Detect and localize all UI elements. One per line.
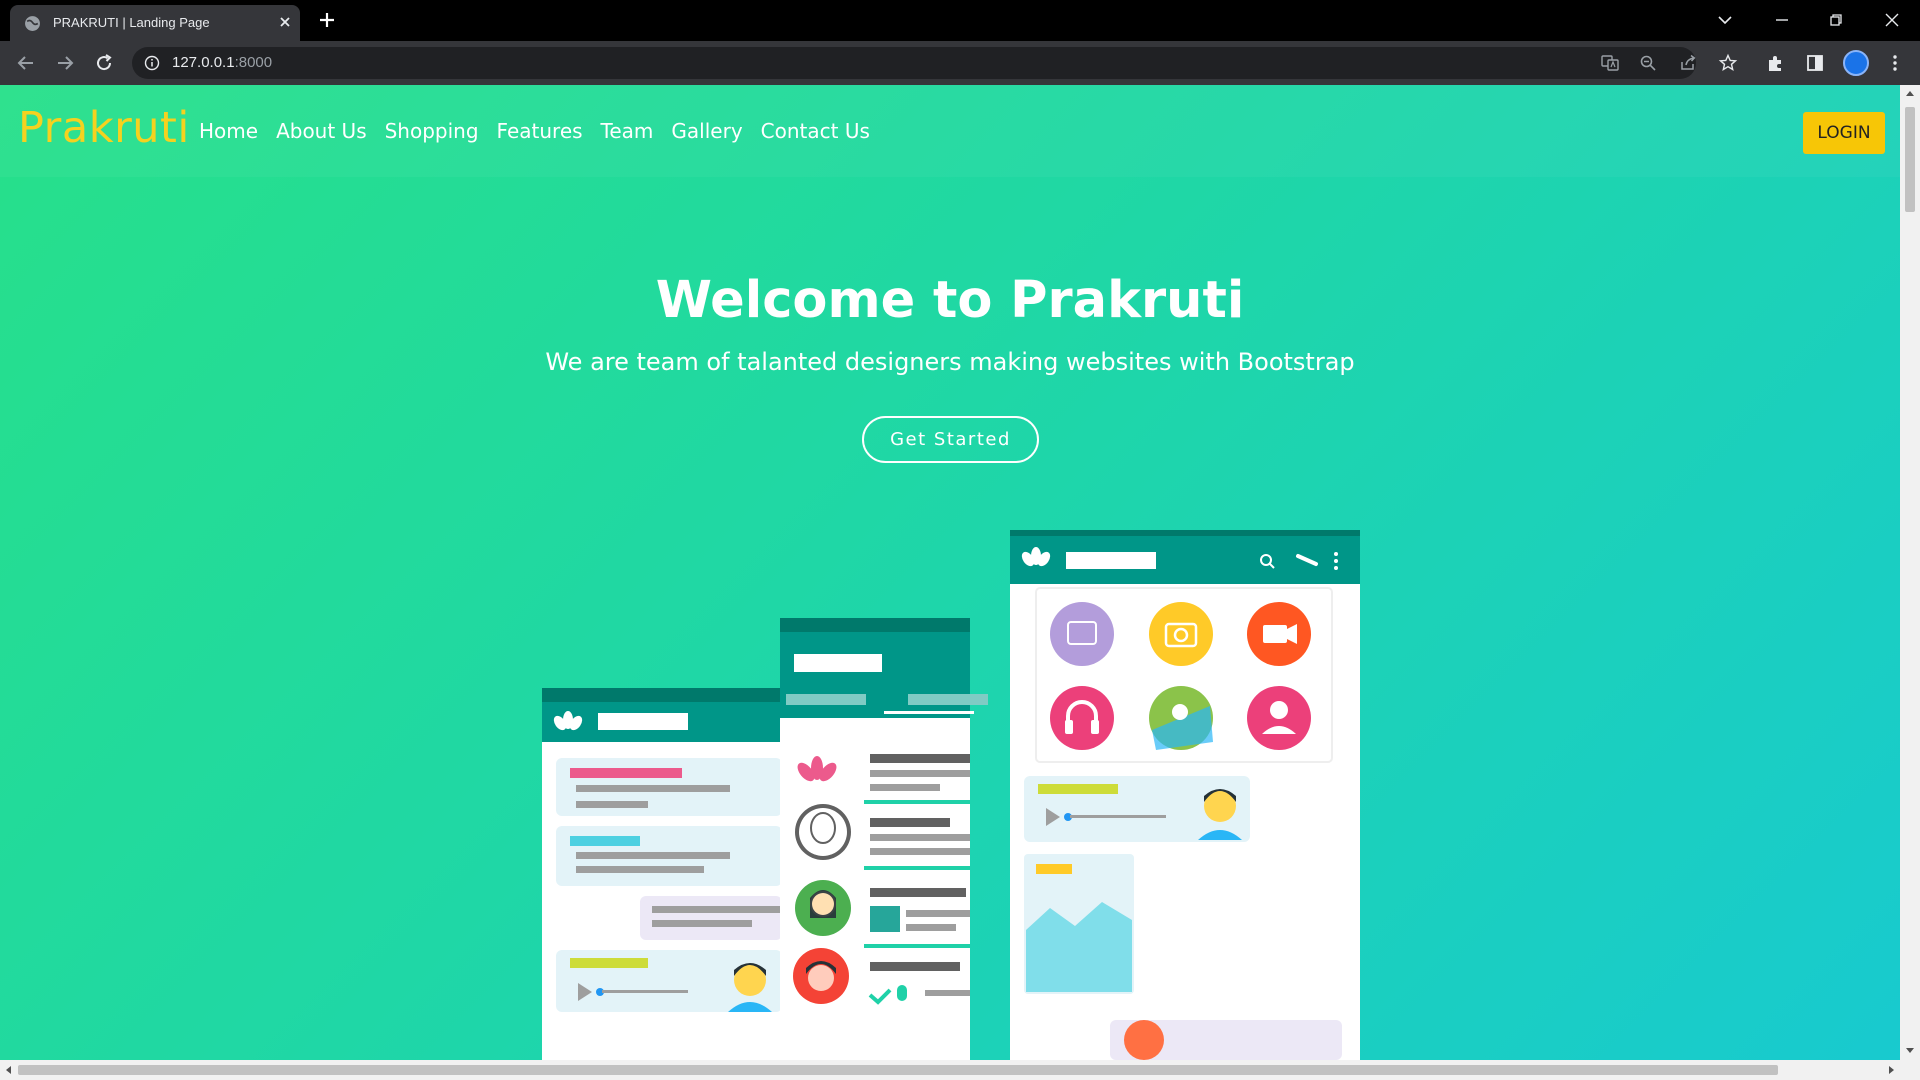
restore-icon[interactable] <box>1824 8 1848 32</box>
phone-middle-illustration <box>780 618 988 1060</box>
phone-right-illustration <box>1010 530 1360 1060</box>
tab-title: PRAKRUTI | Landing Page <box>53 15 210 30</box>
browser-menu-icon[interactable] <box>1885 53 1905 73</box>
share-icon[interactable] <box>1678 53 1698 73</box>
forward-icon[interactable] <box>53 51 77 75</box>
login-button[interactable]: LOGIN <box>1803 112 1885 154</box>
extensions-puzzle-icon[interactable] <box>1766 53 1786 73</box>
get-started-button[interactable]: Get Started <box>862 416 1039 463</box>
nav-link-features[interactable]: Features <box>497 119 583 143</box>
phones-illustration <box>542 530 1360 1060</box>
zoom-icon[interactable] <box>1638 53 1658 73</box>
url-text: 127.0.0.1:8000 <box>172 54 272 71</box>
minimize-icon[interactable] <box>1770 8 1794 32</box>
side-panel-icon[interactable] <box>1805 53 1825 73</box>
tab-search-chevron-icon[interactable] <box>1713 8 1737 32</box>
nav-link-about-us[interactable]: About Us <box>276 119 367 143</box>
url-host: 127.0.0.1 <box>172 54 235 71</box>
site-info-icon[interactable] <box>144 55 160 71</box>
browser-toolbar: 127.0.0.1:8000 <box>0 41 1920 85</box>
scroll-up-arrow-icon[interactable] <box>1905 89 1915 99</box>
back-icon[interactable] <box>14 51 38 75</box>
hero-title: Welcome to Prakruti <box>655 271 1245 330</box>
scroll-down-arrow-icon[interactable] <box>1905 1045 1915 1055</box>
horizontal-scrollbar[interactable] <box>0 1060 1920 1080</box>
address-bar[interactable]: 127.0.0.1:8000 <box>132 47 1696 79</box>
vertical-scroll-thumb[interactable] <box>1905 107 1915 212</box>
bookmark-star-icon[interactable] <box>1718 53 1738 73</box>
url-port: :8000 <box>234 54 273 71</box>
nav-link-shopping[interactable]: Shopping <box>385 119 479 143</box>
profile-avatar[interactable] <box>1843 50 1869 76</box>
nav-link-team[interactable]: Team <box>601 119 654 143</box>
nav-link-gallery[interactable]: Gallery <box>671 119 742 143</box>
close-tab-icon[interactable] <box>276 13 294 31</box>
horizontal-scroll-thumb[interactable] <box>18 1065 1778 1075</box>
site-navbar: Prakruti Home About Us Shopping Features… <box>0 85 1900 177</box>
browser-tab[interactable]: PRAKRUTI | Landing Page <box>10 5 300 41</box>
nav-link-home[interactable]: Home <box>199 119 258 143</box>
scroll-right-arrow-icon[interactable] <box>1886 1065 1896 1075</box>
tab-strip: PRAKRUTI | Landing Page <box>0 0 1920 41</box>
new-tab-icon[interactable] <box>316 9 338 31</box>
reload-icon[interactable] <box>92 51 116 75</box>
nav-link-contact-us[interactable]: Contact Us <box>761 119 870 143</box>
vertical-scrollbar[interactable] <box>1900 85 1920 1060</box>
globe-icon <box>25 16 40 31</box>
window-close-icon[interactable] <box>1880 8 1904 32</box>
page-viewport: Prakruti Home About Us Shopping Features… <box>0 85 1900 1060</box>
main-nav: Home About Us Shopping Features Team Gal… <box>199 119 870 143</box>
phone-left-illustration <box>542 688 782 1060</box>
hero-subtitle: We are team of talanted designers making… <box>545 348 1355 376</box>
translate-icon[interactable] <box>1600 53 1620 73</box>
brand-logo[interactable]: Prakruti <box>18 103 190 153</box>
scroll-left-arrow-icon[interactable] <box>4 1065 14 1075</box>
